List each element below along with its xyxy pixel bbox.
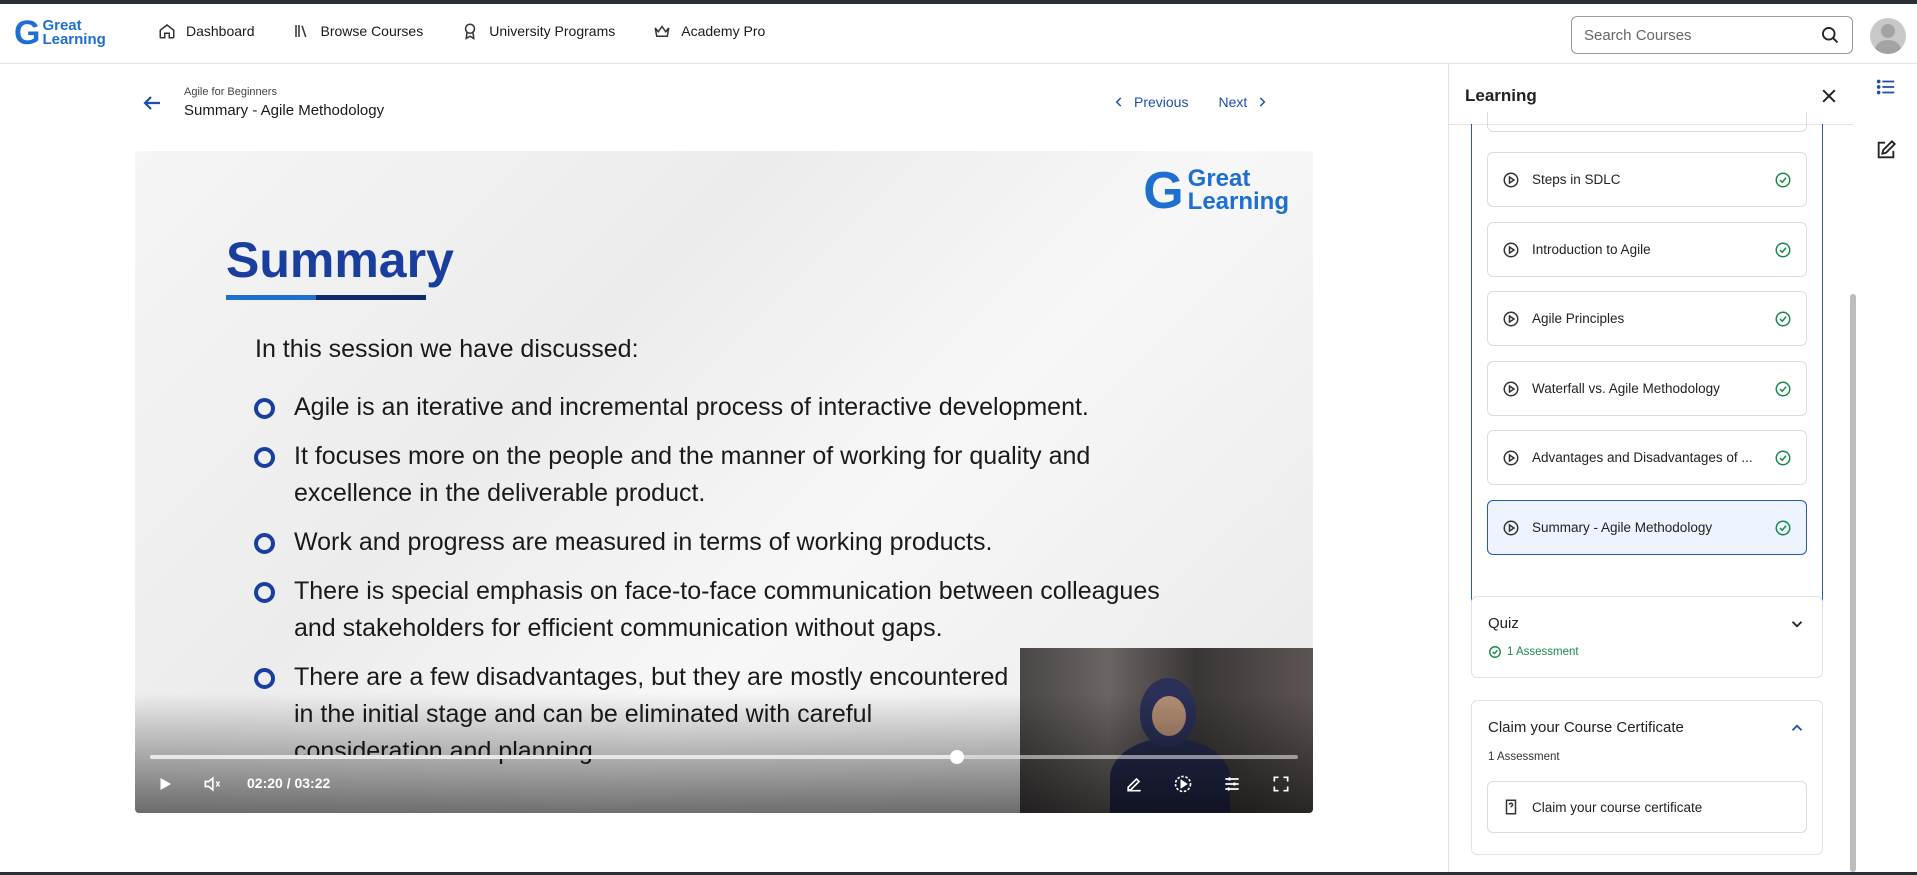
- slide-bullet: It focuses more on the people and the ma…: [254, 438, 1204, 512]
- nav-dashboard[interactable]: Dashboard: [158, 22, 255, 40]
- search-box: [1571, 16, 1853, 54]
- chevron-up-icon[interactable]: [1788, 719, 1806, 737]
- lesson-item-partial[interactable]: [1487, 112, 1807, 132]
- completed-check-icon: [1775, 450, 1791, 465]
- volume-muted-icon: [204, 776, 221, 792]
- logo-word-bottom: Learning: [42, 31, 106, 48]
- edit-note-icon: [1127, 777, 1141, 792]
- completed-check-icon: [1775, 242, 1791, 257]
- slide-bullet: Agile is an iterative and incremental pr…: [254, 389, 1204, 426]
- fullscreen-button[interactable]: [1268, 771, 1294, 797]
- search-icon[interactable]: [1820, 25, 1840, 45]
- main-nav: Dashboard Browse Courses University Prog…: [158, 22, 765, 40]
- next-button[interactable]: Next: [1218, 94, 1269, 110]
- progress-bar[interactable]: [150, 750, 1298, 764]
- breadcrumb-course[interactable]: Agile for Beginners: [184, 86, 384, 98]
- crown-icon: [654, 25, 670, 37]
- list-icon[interactable]: [1875, 76, 1897, 98]
- play-circle-icon: [1503, 381, 1519, 396]
- bullet-ring-icon: [254, 582, 275, 603]
- lesson-item[interactable]: Agile Principles: [1487, 291, 1807, 346]
- play-icon: [160, 778, 171, 790]
- slide-title: Summary: [226, 232, 454, 288]
- quiz-meta: 1 Assessment: [1488, 645, 1579, 659]
- nav-label: Dashboard: [186, 23, 255, 39]
- previous-button[interactable]: Previous: [1112, 94, 1188, 110]
- completed-check-icon: [1775, 381, 1791, 396]
- library-icon: [294, 25, 306, 38]
- quiz-title: Quiz: [1488, 615, 1519, 632]
- bullet-ring-icon: [254, 398, 275, 419]
- notes-button[interactable]: [1121, 771, 1147, 797]
- lesson-pager: Previous Next: [1112, 94, 1269, 110]
- bullet-ring-icon: [254, 533, 275, 554]
- slide-bullet: There is special emphasis on face-to-fac…: [254, 573, 1204, 647]
- close-icon[interactable]: [1819, 86, 1839, 106]
- lesson-item[interactable]: Steps in SDLC: [1487, 152, 1807, 207]
- lesson-item[interactable]: Introduction to Agile: [1487, 222, 1807, 277]
- lesson-item-active[interactable]: Summary - Agile Methodology: [1487, 500, 1807, 555]
- nav-academy-pro[interactable]: Academy Pro: [653, 22, 765, 40]
- completed-check-icon: [1775, 172, 1791, 187]
- fullscreen-icon: [1273, 776, 1289, 792]
- play-circle-icon: [1503, 311, 1519, 326]
- lesson-item[interactable]: Waterfall vs. Agile Methodology: [1487, 361, 1807, 416]
- search-input[interactable]: [1584, 26, 1820, 44]
- page-title: Summary - Agile Methodology: [184, 102, 385, 119]
- certificate-meta: 1 Assessment: [1488, 751, 1560, 763]
- slide-title-underline: [226, 295, 426, 300]
- learning-panel: Learning Steps in SDLC Introduction to A…: [1448, 64, 1853, 872]
- quiz-section[interactable]: Quiz 1 Assessment: [1471, 596, 1823, 678]
- slide-intro: In this session we have discussed:: [255, 335, 639, 363]
- progress-fill: [150, 755, 958, 759]
- chevron-down-icon[interactable]: [1788, 615, 1806, 633]
- breadcrumb: Agile for Beginners Summary - Agile Meth…: [140, 86, 384, 119]
- nav-label: Browse Courses: [320, 23, 424, 39]
- certificate-title: Claim your Course Certificate: [1488, 719, 1684, 736]
- time-display: 02:20 / 03:22: [247, 775, 331, 791]
- claim-certificate-item[interactable]: Claim your course certificate: [1487, 781, 1807, 833]
- nav-browse-courses[interactable]: Browse Courses: [293, 22, 424, 40]
- award-icon: [464, 23, 476, 40]
- mute-button[interactable]: [199, 771, 225, 797]
- completed-check-icon: [1775, 311, 1791, 326]
- play-circle-icon: [1503, 172, 1519, 187]
- slide-bullet: Work and progress are measured in terms …: [254, 524, 1204, 561]
- play-circle-icon: [1503, 520, 1519, 535]
- logo-g-mark: G: [14, 14, 41, 52]
- great-learning-logo[interactable]: G Great Learning: [14, 16, 106, 50]
- chevron-left-icon: [1115, 97, 1122, 107]
- module-lessons: Steps in SDLC Introduction to Agile Agil…: [1471, 112, 1823, 636]
- speed-icon: [1174, 775, 1192, 793]
- nav-university-programs[interactable]: University Programs: [461, 22, 615, 40]
- bullet-ring-icon: [254, 668, 275, 689]
- play-button[interactable]: [152, 771, 178, 797]
- bullet-ring-icon: [254, 447, 275, 468]
- video-player[interactable]: G Great Learning Summary In this session…: [135, 151, 1313, 813]
- progress-handle[interactable]: [950, 750, 965, 764]
- completed-check-icon: [1775, 520, 1791, 535]
- avatar[interactable]: [1870, 18, 1906, 54]
- home-icon: [159, 24, 175, 39]
- play-circle-icon: [1503, 450, 1519, 465]
- top-navbar: G Great Learning Dashboard Browse Course…: [0, 4, 1917, 64]
- panel-title: Learning: [1465, 86, 1537, 105]
- edit-note-icon[interactable]: [1875, 139, 1897, 161]
- document-question-icon: [1505, 799, 1517, 815]
- chevron-right-icon: [1260, 97, 1266, 107]
- completed-check-icon: [1489, 646, 1501, 658]
- certificate-section: Claim your Course Certificate 1 Assessme…: [1471, 700, 1823, 855]
- lesson-item[interactable]: Advantages and Disadvantages of ...: [1487, 430, 1807, 485]
- play-circle-icon: [1503, 242, 1519, 257]
- right-tool-rail: [1853, 64, 1917, 872]
- playback-speed-button[interactable]: [1170, 771, 1196, 797]
- nav-label: Academy Pro: [681, 23, 766, 39]
- sliders-icon: [1225, 777, 1239, 791]
- slide-logo: G Great Learning: [1143, 162, 1289, 220]
- settings-button[interactable]: [1219, 771, 1245, 797]
- nav-label: University Programs: [489, 23, 616, 39]
- back-arrow-icon[interactable]: [140, 91, 164, 115]
